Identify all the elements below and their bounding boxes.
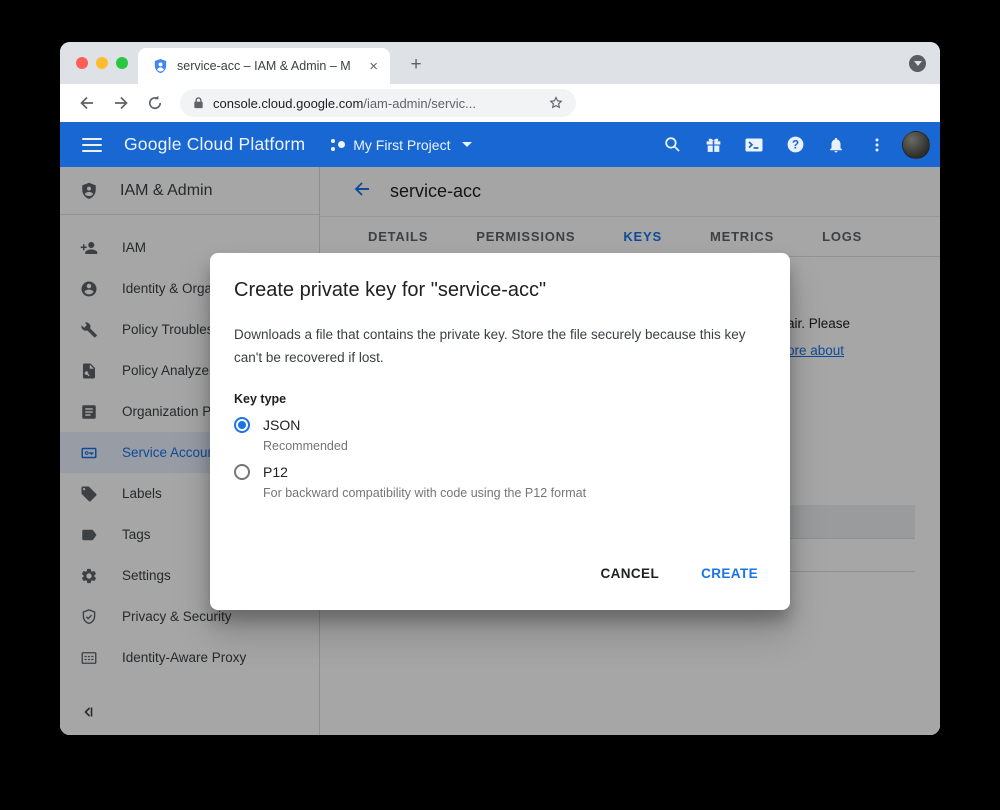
dialog-title: Create private key for "service-acc" [234, 279, 766, 302]
radio-selected-icon[interactable] [234, 417, 250, 433]
cloud-shell-icon[interactable] [738, 129, 770, 161]
kebab-menu-icon[interactable] [861, 129, 893, 161]
traffic-lights [76, 57, 128, 69]
tab-search-button[interactable] [909, 55, 926, 72]
minimize-window-button[interactable] [96, 57, 108, 69]
url-host: console.cloud.google.com [213, 96, 363, 111]
project-icon [331, 138, 345, 152]
gcp-logo[interactable]: Google Cloud Platform [124, 134, 305, 155]
back-button[interactable] [74, 90, 100, 116]
forward-button[interactable] [108, 90, 134, 116]
create-button[interactable]: CREATE [687, 557, 772, 590]
close-tab-icon[interactable]: × [365, 58, 382, 75]
radio-option-label: JSON [263, 417, 300, 433]
user-avatar[interactable] [902, 131, 930, 159]
gcp-header-actions: ? [656, 122, 930, 167]
gcp-header: Google Cloud Platform My First Project ? [60, 122, 940, 167]
project-caret-icon [462, 142, 472, 147]
cancel-button[interactable]: CANCEL [586, 557, 673, 590]
chevron-down-icon [914, 61, 922, 66]
fullscreen-window-button[interactable] [116, 57, 128, 69]
bookmark-star-icon[interactable] [548, 95, 564, 111]
project-name: My First Project [353, 137, 450, 153]
iam-shield-favicon [152, 58, 169, 75]
dialog-body-text: Downloads a file that contains the priva… [234, 324, 766, 370]
key-type-label: Key type [234, 392, 766, 406]
radio-option-p12[interactable]: P12 [234, 464, 766, 480]
radio-option-json[interactable]: JSON [234, 417, 766, 433]
lock-icon [192, 96, 205, 110]
browser-tab[interactable]: service-acc – IAM & Admin – M × [138, 48, 390, 84]
url-bar[interactable]: console.cloud.google.com /iam-admin/serv… [180, 89, 576, 117]
gift-icon[interactable] [697, 129, 729, 161]
radio-unselected-icon[interactable] [234, 464, 250, 480]
reload-button[interactable] [142, 90, 168, 116]
tab-strip: service-acc – IAM & Admin – M × + [60, 42, 940, 84]
menu-icon[interactable] [82, 138, 102, 152]
search-icon[interactable] [656, 129, 688, 161]
close-window-button[interactable] [76, 57, 88, 69]
radio-option-description: Recommended [263, 439, 766, 453]
help-icon[interactable]: ? [779, 129, 811, 161]
new-tab-button[interactable]: + [402, 51, 430, 79]
url-path: /iam-admin/servic... [363, 96, 548, 111]
radio-option-description: For backward compatibility with code usi… [263, 486, 766, 500]
browser-toolbar: console.cloud.google.com /iam-admin/serv… [60, 84, 940, 122]
radio-option-label: P12 [263, 464, 288, 480]
svg-text:?: ? [791, 139, 798, 152]
create-private-key-dialog: Create private key for "service-acc" Dow… [210, 253, 790, 610]
tab-title: service-acc – IAM & Admin – M [177, 59, 365, 73]
browser-window: service-acc – IAM & Admin – M × + consol… [60, 42, 940, 735]
dialog-actions: CANCEL CREATE [586, 557, 772, 590]
console-content: IAM & Admin IAM Identity & Organization … [60, 167, 940, 735]
project-selector[interactable]: My First Project [331, 137, 472, 153]
notifications-bell-icon[interactable] [820, 129, 852, 161]
